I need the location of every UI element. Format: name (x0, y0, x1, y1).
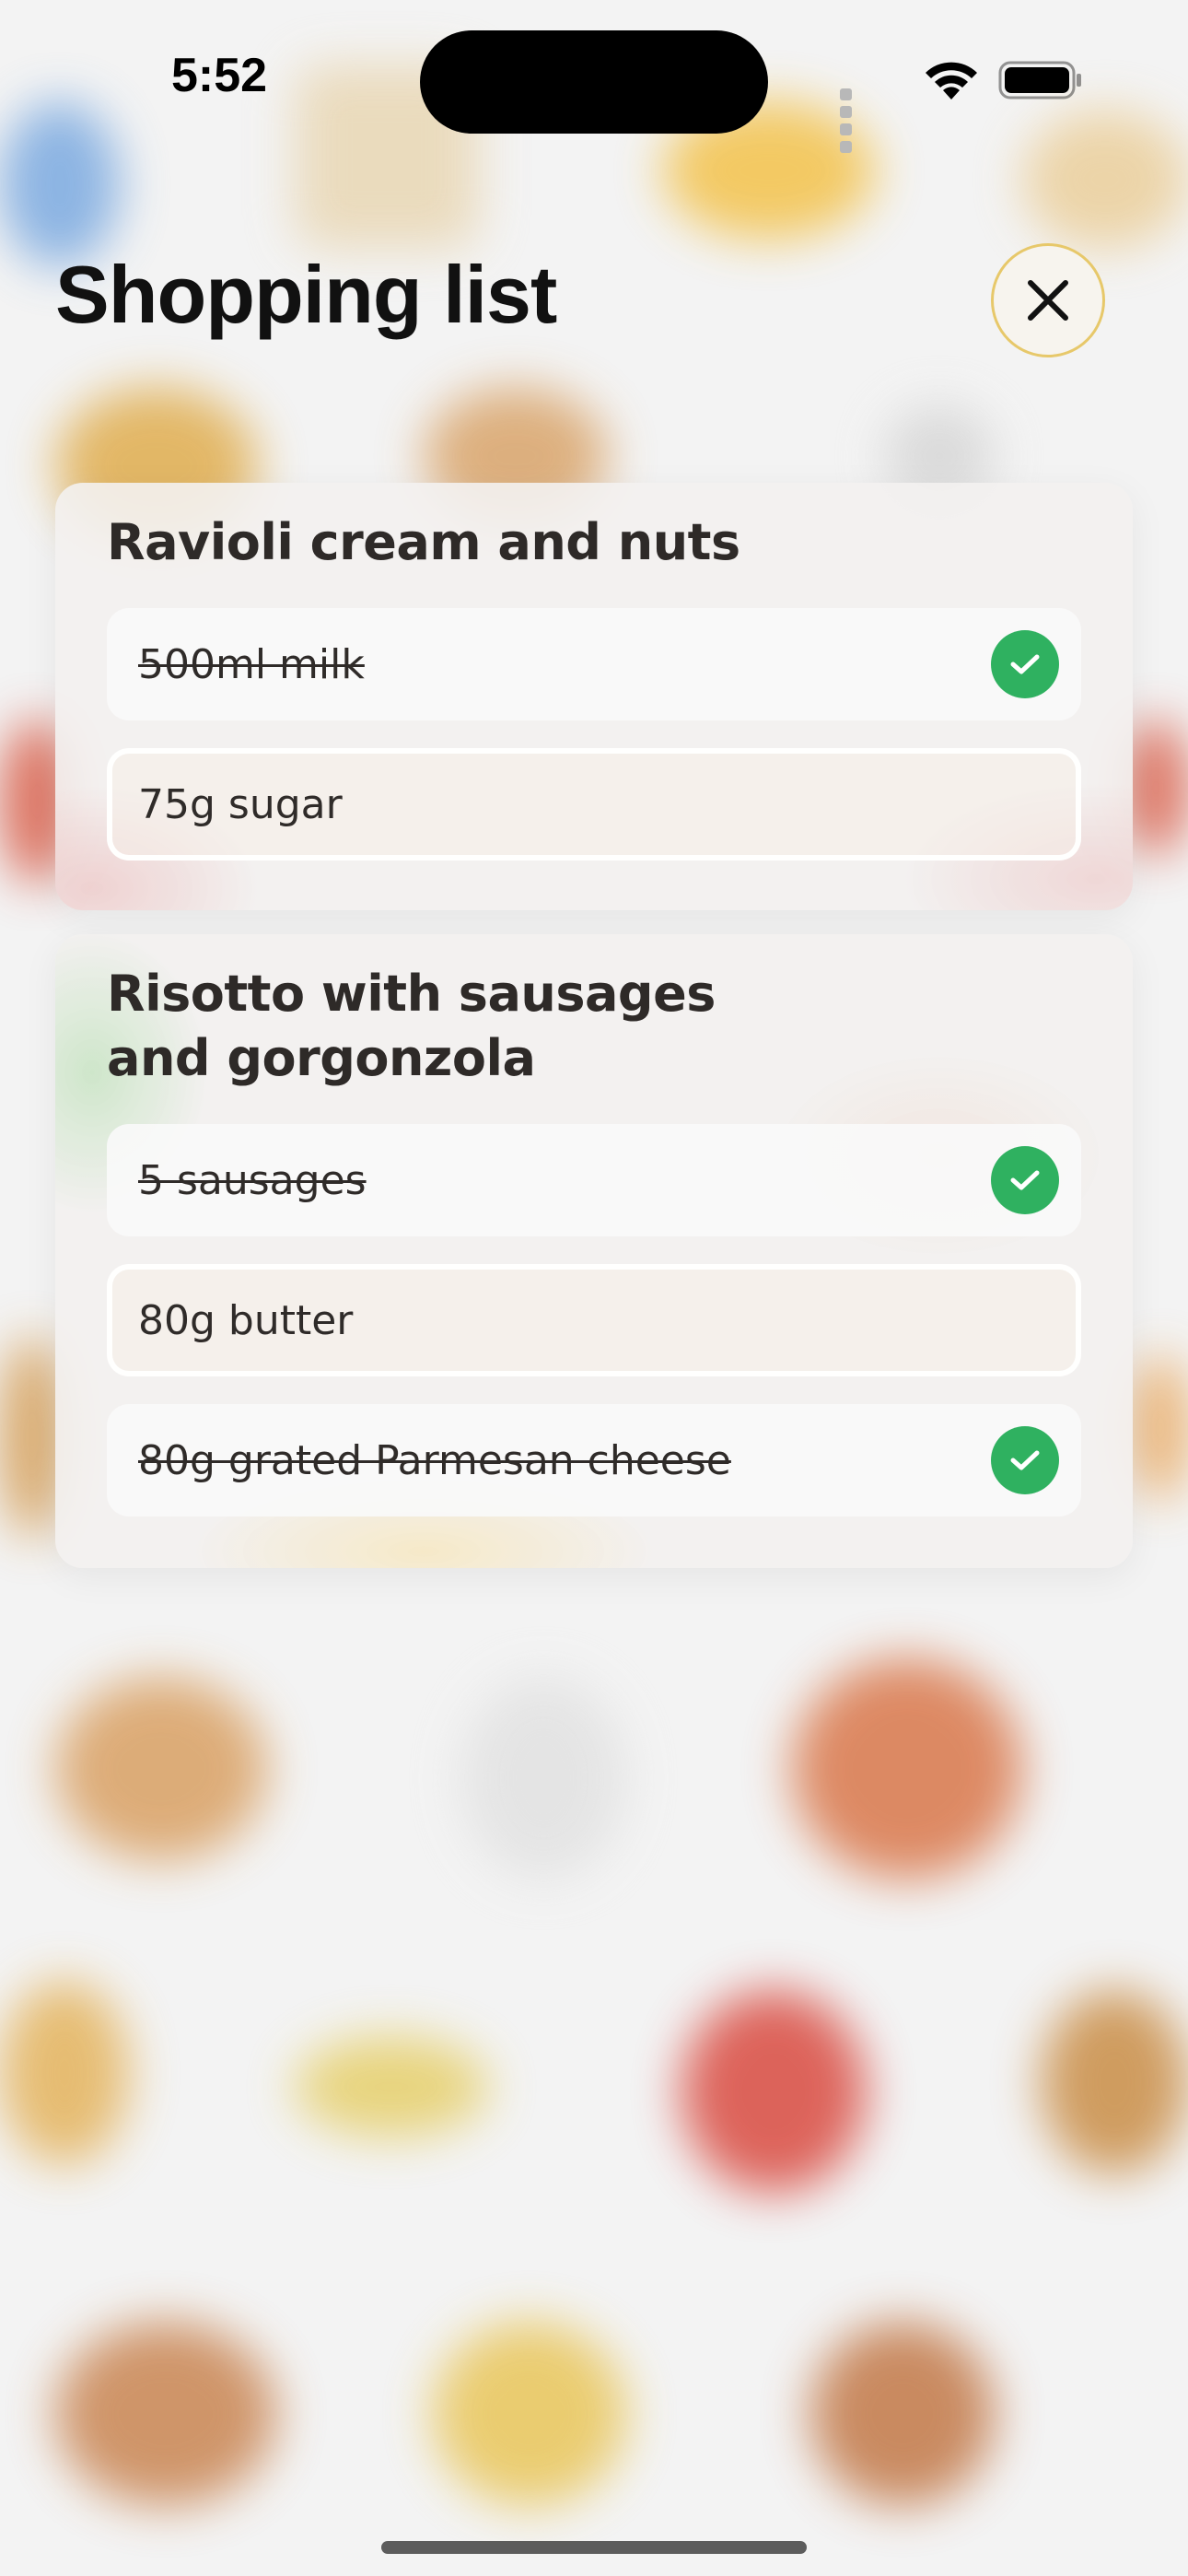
status-time: 5:52 (171, 49, 268, 102)
page-title: Shopping list (55, 249, 557, 340)
ingredient-list: 5 sausages 80g butter 80g grated Parmesa… (107, 1124, 1081, 1544)
wifi-icon (926, 62, 977, 100)
ingredient-label: 80g grated Parmesan cheese (138, 1436, 731, 1484)
ingredient-label: 80g butter (138, 1296, 354, 1344)
recipe-title: Ravioli cream and nuts (107, 513, 740, 571)
recipe-card: Ravioli cream and nuts 500ml milk 75g su… (55, 483, 1133, 910)
check-icon[interactable] (991, 1146, 1059, 1214)
ingredient-label: 75g sugar (138, 780, 343, 828)
close-button[interactable] (991, 243, 1105, 357)
battery-icon (998, 61, 1081, 100)
ingredient-item[interactable]: 5 sausages (107, 1124, 1081, 1236)
ingredient-item[interactable]: 75g sugar (107, 748, 1081, 861)
signal-icon (840, 87, 857, 157)
ingredient-label: 5 sausages (138, 1156, 367, 1204)
ingredient-label: 500ml milk (138, 640, 365, 688)
recipe-title-line: Risotto with sausages (107, 965, 716, 1023)
ingredient-item[interactable]: 500ml milk (107, 608, 1081, 720)
recipe-title-line: and gorgonzola (107, 1029, 536, 1087)
ingredient-list: 500ml milk 75g sugar (107, 608, 1081, 888)
home-indicator[interactable] (381, 2541, 807, 2554)
check-icon[interactable] (991, 1426, 1059, 1494)
recipe-card: Risotto with sausages and gorgonzola 5 s… (55, 934, 1133, 1568)
ingredient-item[interactable]: 80g grated Parmesan cheese (107, 1404, 1081, 1516)
ingredient-item[interactable]: 80g butter (107, 1264, 1081, 1376)
check-icon[interactable] (991, 630, 1059, 698)
status-bar: 5:52 (0, 0, 1188, 157)
close-icon (1028, 280, 1068, 321)
recipe-title: Risotto with sausages and gorgonzola (107, 962, 1081, 1091)
dynamic-island (420, 30, 768, 134)
